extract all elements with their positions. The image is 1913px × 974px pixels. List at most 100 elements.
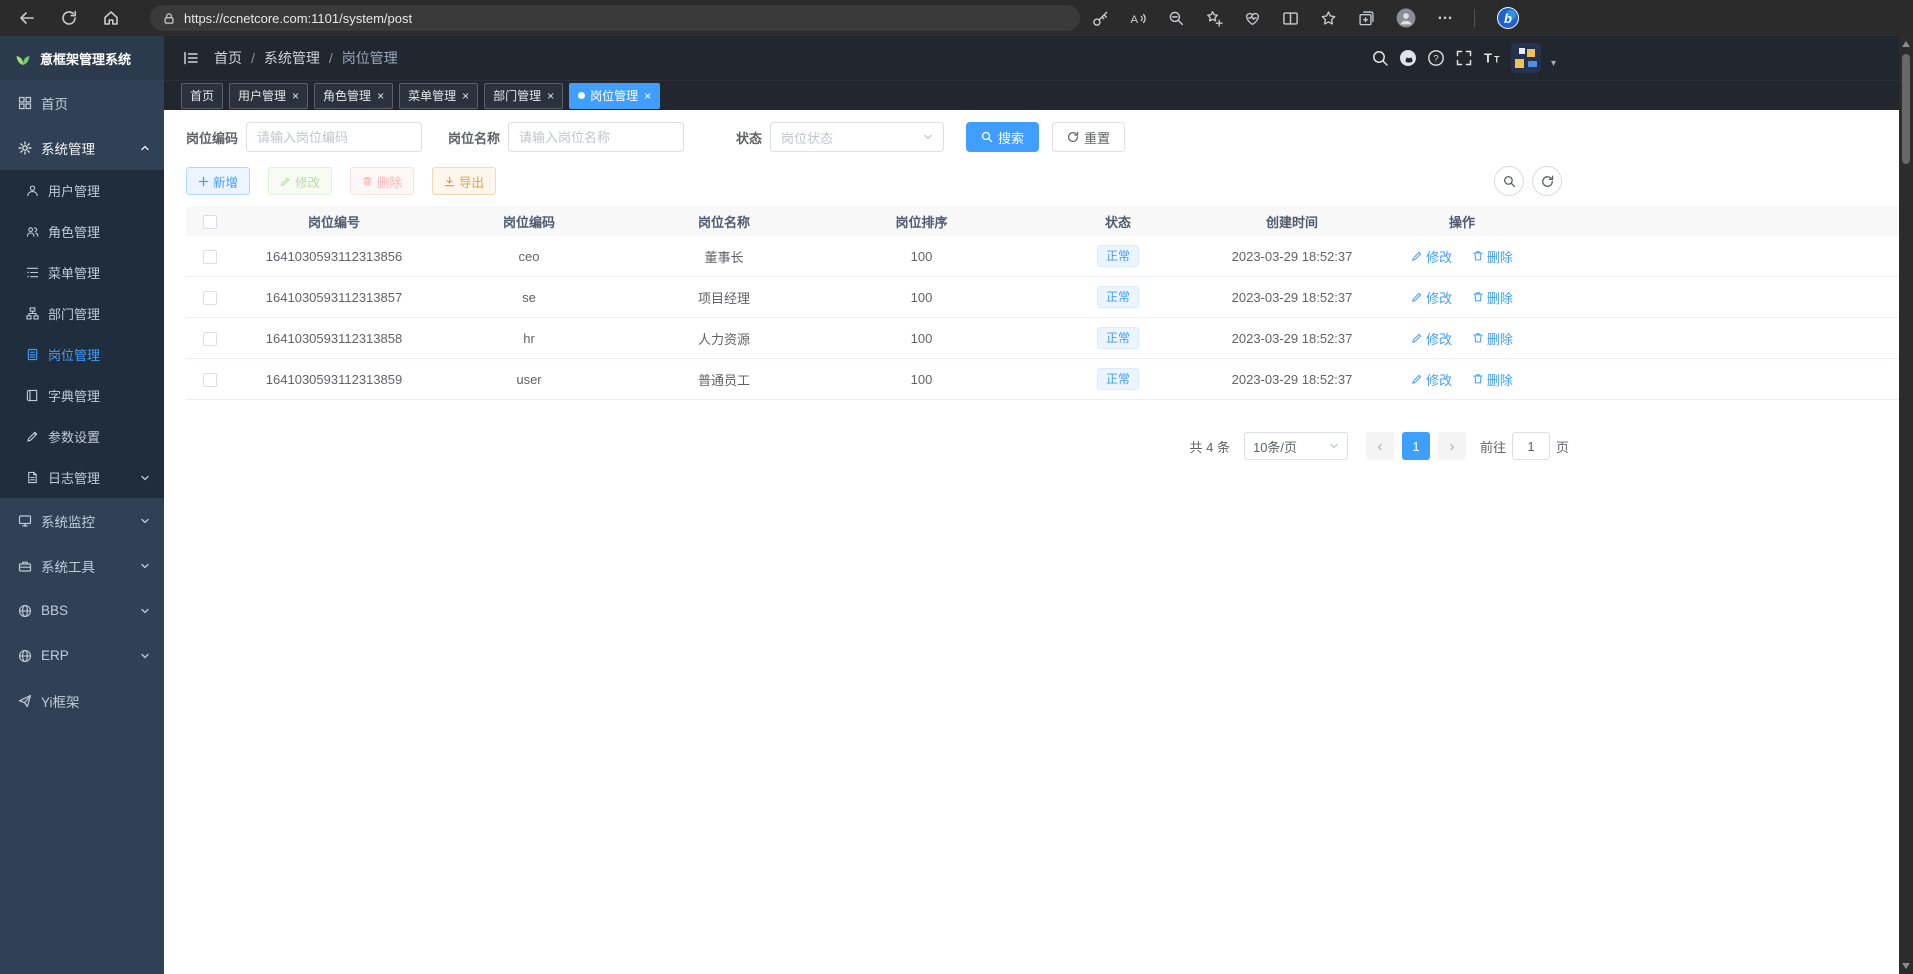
sidebar-item-home[interactable]: 首页: [0, 80, 164, 125]
row-delete-button[interactable]: 删除: [1472, 247, 1513, 266]
header-actions: ? TT ▾: [1371, 43, 1556, 73]
post-code-label: 岗位编码: [186, 128, 238, 147]
row-delete-button[interactable]: 删除: [1472, 288, 1513, 307]
browser-essentials-icon[interactable]: [1244, 10, 1261, 27]
sidebar-item-role-mgmt[interactable]: 角色管理: [0, 211, 164, 252]
breadcrumb: 首页 / 系统管理 / 岗位管理: [214, 48, 398, 68]
scroll-up-icon[interactable]: [1902, 41, 1910, 47]
tab-role-mgmt[interactable]: 角色管理 ×: [314, 83, 393, 109]
copilot-icon[interactable]: b: [1496, 6, 1520, 30]
row-edit-button[interactable]: 修改: [1411, 247, 1452, 266]
row-edit-button[interactable]: 修改: [1411, 370, 1452, 389]
help-icon[interactable]: ?: [1427, 49, 1445, 67]
password-key-icon[interactable]: [1092, 10, 1109, 27]
tab-post-mgmt[interactable]: 岗位管理 ×: [569, 83, 660, 109]
goto-page-input[interactable]: [1512, 432, 1550, 460]
tab-menu-mgmt[interactable]: 菜单管理 ×: [399, 83, 478, 109]
sidebar-item-log-mgmt[interactable]: 日志管理: [0, 457, 164, 498]
close-icon[interactable]: ×: [644, 90, 651, 102]
app-logo[interactable]: 意框架管理系统: [0, 36, 164, 80]
home-icon[interactable]: [102, 9, 120, 27]
collections-icon[interactable]: [1358, 10, 1375, 27]
scroll-down-icon[interactable]: [1902, 963, 1910, 969]
url-bar[interactable]: https://ccnetcore.com:1101/system/post: [150, 5, 1080, 31]
row-delete-button[interactable]: 删除: [1472, 329, 1513, 348]
fullscreen-icon[interactable]: [1455, 49, 1473, 67]
search-button[interactable]: 搜索: [966, 122, 1039, 152]
more-menu-icon[interactable]: …: [1437, 10, 1453, 20]
breadcrumb-system-mgmt[interactable]: 系统管理: [264, 48, 320, 68]
cell-post-code: hr: [434, 318, 624, 359]
sidebar-item-yi-framework[interactable]: Yi框架: [0, 678, 164, 723]
reset-button[interactable]: 重置: [1052, 122, 1125, 152]
prev-page-button[interactable]: ‹: [1366, 432, 1394, 460]
breadcrumb-home[interactable]: 首页: [214, 48, 242, 68]
col-actions: 操作: [1367, 206, 1557, 236]
sidebar-toggle-icon[interactable]: [182, 49, 200, 67]
page-size-select[interactable]: 10条/页: [1244, 432, 1348, 460]
profile-avatar-icon[interactable]: [1396, 8, 1416, 28]
post-code-input[interactable]: [246, 122, 422, 152]
sidebar-item-bbs[interactable]: BBS: [0, 588, 164, 633]
col-post-id: 岗位编号: [234, 206, 434, 236]
row-delete-button[interactable]: 删除: [1472, 370, 1513, 389]
font-size-icon[interactable]: TT: [1483, 49, 1501, 67]
split-screen-icon[interactable]: [1282, 10, 1299, 27]
row-checkbox[interactable]: [203, 332, 217, 346]
sidebar-item-user-mgmt[interactable]: 用户管理: [0, 170, 164, 211]
read-aloud-icon[interactable]: A: [1130, 10, 1147, 27]
add-button[interactable]: 新增: [186, 167, 250, 195]
export-button[interactable]: 导出: [432, 167, 496, 195]
toggle-search-button[interactable]: [1494, 166, 1524, 196]
avatar-dropdown-caret-icon[interactable]: ▾: [1551, 58, 1556, 69]
edit-button[interactable]: 修改: [268, 167, 332, 195]
trash-icon: [1472, 291, 1484, 303]
sidebar-item-system-monitor[interactable]: 系统监控: [0, 498, 164, 543]
post-table: 岗位编号 岗位编码 岗位名称 岗位排序 状态 创建时间 操作 164103059…: [186, 206, 1913, 400]
status-select[interactable]: 岗位状态: [770, 122, 944, 152]
row-checkbox[interactable]: [203, 250, 217, 264]
sidebar-item-menu-mgmt[interactable]: 菜单管理: [0, 252, 164, 293]
gear-icon: [18, 141, 32, 155]
close-icon[interactable]: ×: [462, 90, 469, 102]
lock-icon[interactable]: [162, 11, 176, 26]
page-1-button[interactable]: 1: [1402, 432, 1430, 460]
refresh-table-button[interactable]: [1532, 166, 1562, 196]
close-icon[interactable]: ×: [547, 90, 554, 102]
tab-dept-mgmt[interactable]: 部门管理 ×: [484, 83, 563, 109]
back-icon[interactable]: [18, 9, 36, 27]
user-avatar[interactable]: [1511, 43, 1541, 73]
post-name-input[interactable]: [508, 122, 684, 152]
table-row: 1641030593112313857 se 项目经理 100 正常 2023-…: [186, 277, 1913, 318]
cell-create-time: 2023-03-29 18:52:37: [1217, 277, 1367, 318]
table-toolbar: 新增 修改 删除 导出: [186, 166, 1913, 196]
select-all-checkbox[interactable]: [203, 215, 217, 229]
sidebar-item-dept-mgmt[interactable]: 部门管理: [0, 293, 164, 334]
sidebar-item-system-mgmt[interactable]: 系统管理: [0, 125, 164, 170]
close-icon[interactable]: ×: [377, 90, 384, 102]
zoom-icon[interactable]: [1168, 10, 1185, 27]
tab-user-mgmt[interactable]: 用户管理 ×: [229, 83, 308, 109]
page-scrollbar[interactable]: [1899, 36, 1913, 974]
github-icon[interactable]: [1399, 49, 1417, 67]
sidebar-item-system-tools[interactable]: 系统工具: [0, 543, 164, 588]
refresh-icon[interactable]: [60, 9, 78, 27]
row-edit-button[interactable]: 修改: [1411, 288, 1452, 307]
delete-button[interactable]: 删除: [350, 167, 414, 195]
sidebar-item-post-mgmt[interactable]: 岗位管理: [0, 334, 164, 375]
row-edit-button[interactable]: 修改: [1411, 329, 1452, 348]
row-checkbox[interactable]: [203, 373, 217, 387]
favorites-add-icon[interactable]: [1206, 10, 1223, 27]
edit-icon: [26, 430, 39, 443]
row-checkbox[interactable]: [203, 291, 217, 305]
sidebar-item-param-settings[interactable]: 参数设置: [0, 416, 164, 457]
favorites-icon[interactable]: [1320, 10, 1337, 27]
tab-home[interactable]: 首页: [181, 83, 223, 109]
close-icon[interactable]: ×: [292, 90, 299, 102]
scrollbar-thumb[interactable]: [1902, 54, 1910, 164]
header-search-icon[interactable]: [1371, 49, 1389, 67]
sidebar-item-erp[interactable]: ERP: [0, 633, 164, 678]
sidebar-item-dict-mgmt[interactable]: 字典管理: [0, 375, 164, 416]
next-page-button[interactable]: ›: [1438, 432, 1466, 460]
goto-label: 前往: [1480, 437, 1506, 456]
